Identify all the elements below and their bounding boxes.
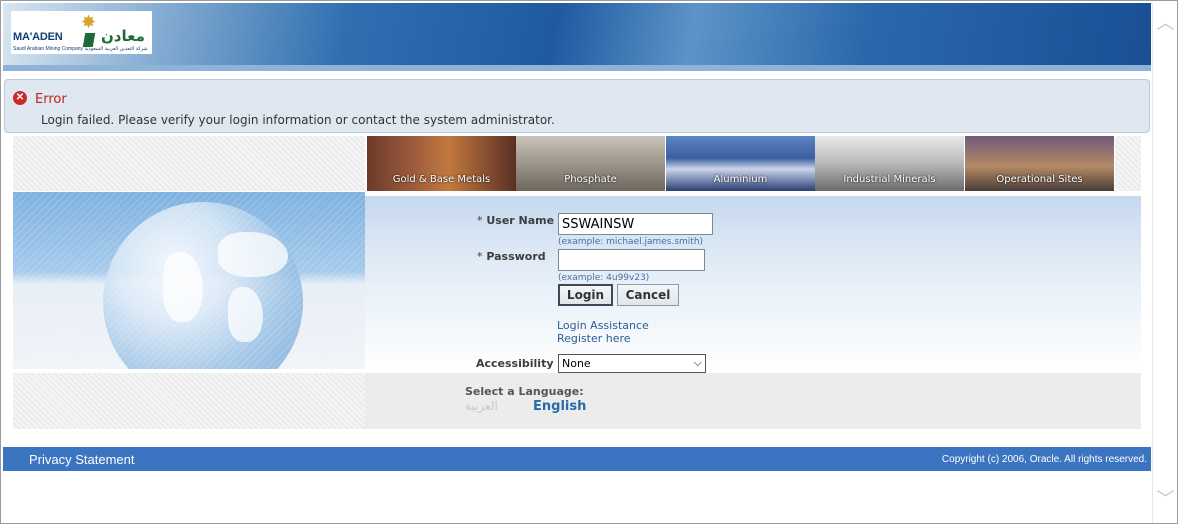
accessibility-value: None <box>562 357 591 370</box>
language-panel: Select a Language: العربية English <box>365 373 1141 429</box>
star-icon: ✸ <box>81 12 97 32</box>
accessibility-select[interactable]: None ⌵ <box>558 354 706 373</box>
category-gold-base-metals[interactable]: Gold & Base Metals <box>367 136 516 191</box>
login-button[interactable]: Login <box>558 284 613 306</box>
required-marker: * <box>477 250 483 263</box>
category-label: Phosphate <box>564 174 617 185</box>
category-strip: Gold & Base Metals Phosphate Aluminium I… <box>367 136 1115 191</box>
category-operational-sites[interactable]: Operational Sites <box>965 136 1114 191</box>
left-hatch-top <box>13 136 365 191</box>
logo-mark-icon <box>82 33 96 47</box>
logo-name-en: MA'ADEN <box>13 31 63 43</box>
logo-name-ar: معادن <box>101 27 145 45</box>
register-link[interactable]: Register here <box>557 332 631 345</box>
password-label-text: Password <box>486 250 546 263</box>
category-strip-filler <box>1115 136 1141 191</box>
header-banner <box>3 3 1151 65</box>
scroll-up-icon[interactable]: ︿ <box>1154 13 1177 33</box>
globe-image <box>13 192 365 369</box>
header-divider <box>3 65 1151 71</box>
login-assistance-link[interactable]: Login Assistance <box>557 319 649 332</box>
vertical-scrollbar[interactable]: ︿ ﹀ <box>1152 3 1177 523</box>
maaden-logo: ✸ MA'ADEN معادن Saudi Arabian Mining Com… <box>11 11 152 54</box>
privacy-statement-link[interactable]: Privacy Statement <box>29 452 135 467</box>
required-marker: * <box>477 214 483 227</box>
category-label: Aluminium <box>713 174 768 185</box>
accessibility-label: Accessibility <box>476 357 554 370</box>
chevron-down-icon: ⌵ <box>693 356 702 369</box>
login-form-panel: * User Name (example: michael.james.smit… <box>365 196 1141 373</box>
category-industrial-minerals[interactable]: Industrial Minerals <box>815 136 964 191</box>
category-aluminium[interactable]: Aluminium <box>666 136 815 191</box>
copyright-text: Copyright (c) 2006, Oracle. All rights r… <box>941 454 1147 465</box>
cancel-button[interactable]: Cancel <box>617 284 679 306</box>
username-hint: (example: michael.james.smith) <box>558 237 704 247</box>
username-label: * User Name <box>477 214 554 227</box>
globe-stripes <box>13 192 365 369</box>
error-message-box: ✕ Error Login failed. Please verify your… <box>4 79 1150 133</box>
category-label: Gold & Base Metals <box>392 174 491 185</box>
language-arabic-link[interactable]: العربية <box>465 399 498 413</box>
logo-subtitle: Saudi Arabian Mining Company شركة التعدي… <box>13 46 148 52</box>
error-title: Error <box>35 92 67 107</box>
category-label: Industrial Minerals <box>843 174 936 185</box>
error-message: Login failed. Please verify your login i… <box>41 113 555 127</box>
language-english-link[interactable]: English <box>533 399 586 414</box>
language-title: Select a Language: <box>465 385 584 398</box>
username-input[interactable] <box>558 213 713 235</box>
password-label: * Password <box>477 250 546 263</box>
error-icon: ✕ <box>13 91 27 105</box>
username-label-text: User Name <box>486 214 555 227</box>
category-label: Operational Sites <box>996 174 1083 185</box>
password-input[interactable] <box>558 249 705 271</box>
scroll-down-icon[interactable]: ﹀ <box>1154 489 1177 509</box>
left-hatch-bottom <box>13 373 365 429</box>
password-hint: (example: 4u99v23) <box>558 273 650 283</box>
category-phosphate[interactable]: Phosphate <box>516 136 665 191</box>
browser-frame: ✸ MA'ADEN معادن Saudi Arabian Mining Com… <box>0 0 1178 524</box>
footer-bar: Privacy Statement Copyright (c) 2006, Or… <box>3 447 1151 471</box>
